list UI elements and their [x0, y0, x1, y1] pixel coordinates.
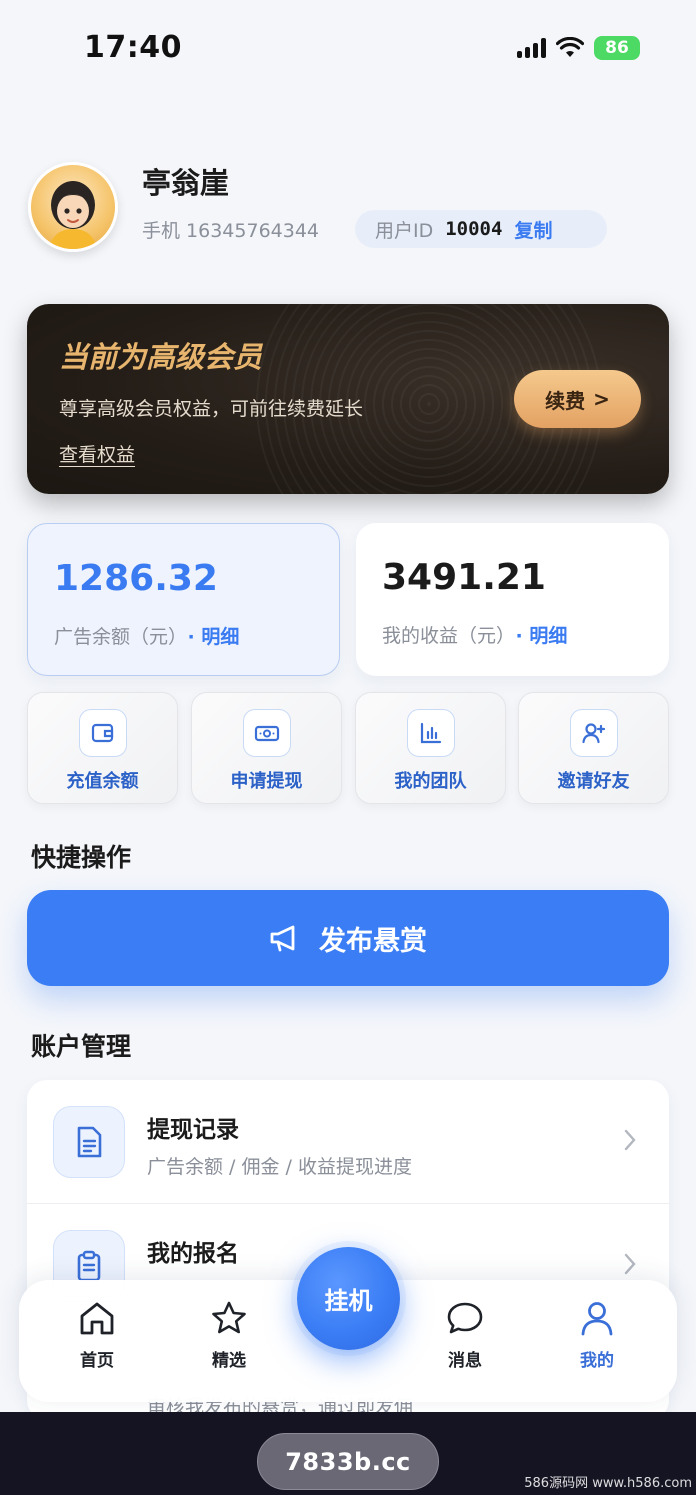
- megaphone-icon: [270, 925, 295, 952]
- my-team-button[interactable]: 我的团队: [355, 692, 506, 804]
- publish-bounty-label: 发布悬赏: [319, 925, 427, 957]
- account-management-title: 账户管理: [31, 1032, 132, 1061]
- recharge-balance-button[interactable]: 充值余额: [27, 692, 178, 804]
- message-icon: [447, 1302, 483, 1334]
- chevron-right-icon: [624, 1253, 636, 1275]
- document-icon: [53, 1106, 125, 1178]
- my-team-label: 我的团队: [394, 771, 467, 792]
- tab-home-label: 首页: [80, 1351, 114, 1371]
- ad-balance-label: 广告余额（元） · 明细: [54, 622, 239, 649]
- profile-name: 亭翁崖: [142, 166, 230, 200]
- tab-featured[interactable]: 精选: [174, 1300, 284, 1371]
- quick-actions-title: 快捷操作: [31, 843, 132, 872]
- user-id-value: 10004: [445, 218, 503, 240]
- avatar[interactable]: [28, 162, 118, 252]
- renew-arrow: >: [593, 387, 610, 411]
- status-time: 17:40: [84, 30, 182, 65]
- battery-indicator: 86: [594, 36, 640, 60]
- watermark-text: 586源码网 www.h586.com: [524, 1476, 692, 1491]
- signal-icon: [517, 38, 546, 58]
- cash-icon: [242, 709, 291, 757]
- idle-hang-button[interactable]: 挂机: [297, 1247, 400, 1350]
- home-icon: [80, 1302, 114, 1335]
- renew-button[interactable]: 续费 >: [514, 370, 641, 428]
- invite-friends-label: 邀请好友: [557, 771, 630, 792]
- tab-mine-label: 我的: [580, 1351, 614, 1371]
- wallet-icon: [78, 709, 127, 757]
- renew-button-label: 续费: [545, 388, 586, 413]
- tab-home[interactable]: 首页: [42, 1300, 152, 1371]
- user-id-label: 用户ID: [375, 219, 434, 242]
- user-icon: [581, 1302, 613, 1336]
- apply-withdrawal-button[interactable]: 申请提现: [191, 692, 342, 804]
- vip-title: 当前为高级会员: [59, 340, 263, 374]
- publish-bounty-button[interactable]: 发布悬赏: [27, 890, 669, 986]
- withdrawal-records-title: 提现记录: [147, 1117, 239, 1143]
- ad-balance-label-text: 广告余额（元）: [54, 626, 178, 648]
- wifi-icon: [556, 37, 584, 57]
- avatar-illustration-icon: [49, 181, 97, 249]
- ad-balance-detail-link[interactable]: · 明细: [188, 626, 240, 648]
- phone-number: 手机 16345764344: [142, 220, 320, 242]
- bar-chart-icon: [406, 709, 455, 757]
- tab-featured-label: 精选: [212, 1351, 246, 1371]
- vip-description: 尊享高级会员权益，可前往续费延长: [59, 398, 364, 420]
- earnings-value: 3491.21: [382, 557, 546, 598]
- ad-balance-card[interactable]: 1286.32 广告余额（元） · 明细: [27, 523, 340, 676]
- status-icons: 86: [517, 36, 640, 60]
- invite-friends-button[interactable]: 邀请好友: [518, 692, 669, 804]
- star-icon: [212, 1301, 246, 1334]
- earnings-detail-link[interactable]: · 明细: [516, 625, 568, 647]
- tab-messages[interactable]: 消息: [410, 1300, 520, 1371]
- withdrawal-records-row[interactable]: 提现记录 广告余额 / 佣金 / 收益提现进度: [27, 1080, 669, 1204]
- withdrawal-records-subtitle: 广告余额 / 佣金 / 收益提现进度: [147, 1156, 412, 1178]
- add-user-icon: [569, 709, 618, 757]
- vip-membership-card: 当前为高级会员 尊享高级会员权益，可前往续费延长 查看权益 续费 >: [27, 304, 669, 494]
- earnings-card[interactable]: 3491.21 我的收益（元） · 明细: [356, 523, 669, 676]
- domain-badge: 7833b.cc: [257, 1433, 439, 1490]
- earnings-label-text: 我的收益（元）: [382, 625, 506, 647]
- tab-messages-label: 消息: [448, 1351, 482, 1371]
- view-benefits-link[interactable]: 查看权益: [59, 440, 135, 467]
- tab-mine[interactable]: 我的: [542, 1300, 652, 1371]
- chevron-right-icon: [624, 1129, 636, 1151]
- ad-balance-value: 1286.32: [54, 558, 218, 599]
- apply-withdrawal-label: 申请提现: [230, 771, 303, 792]
- user-id-pill: 用户ID 10004 复制: [355, 210, 607, 248]
- copy-user-id-button[interactable]: 复制: [514, 216, 552, 243]
- earnings-label: 我的收益（元） · 明细: [382, 621, 567, 648]
- my-registrations-title: 我的报名: [147, 1241, 239, 1267]
- recharge-balance-label: 充值余额: [66, 771, 139, 792]
